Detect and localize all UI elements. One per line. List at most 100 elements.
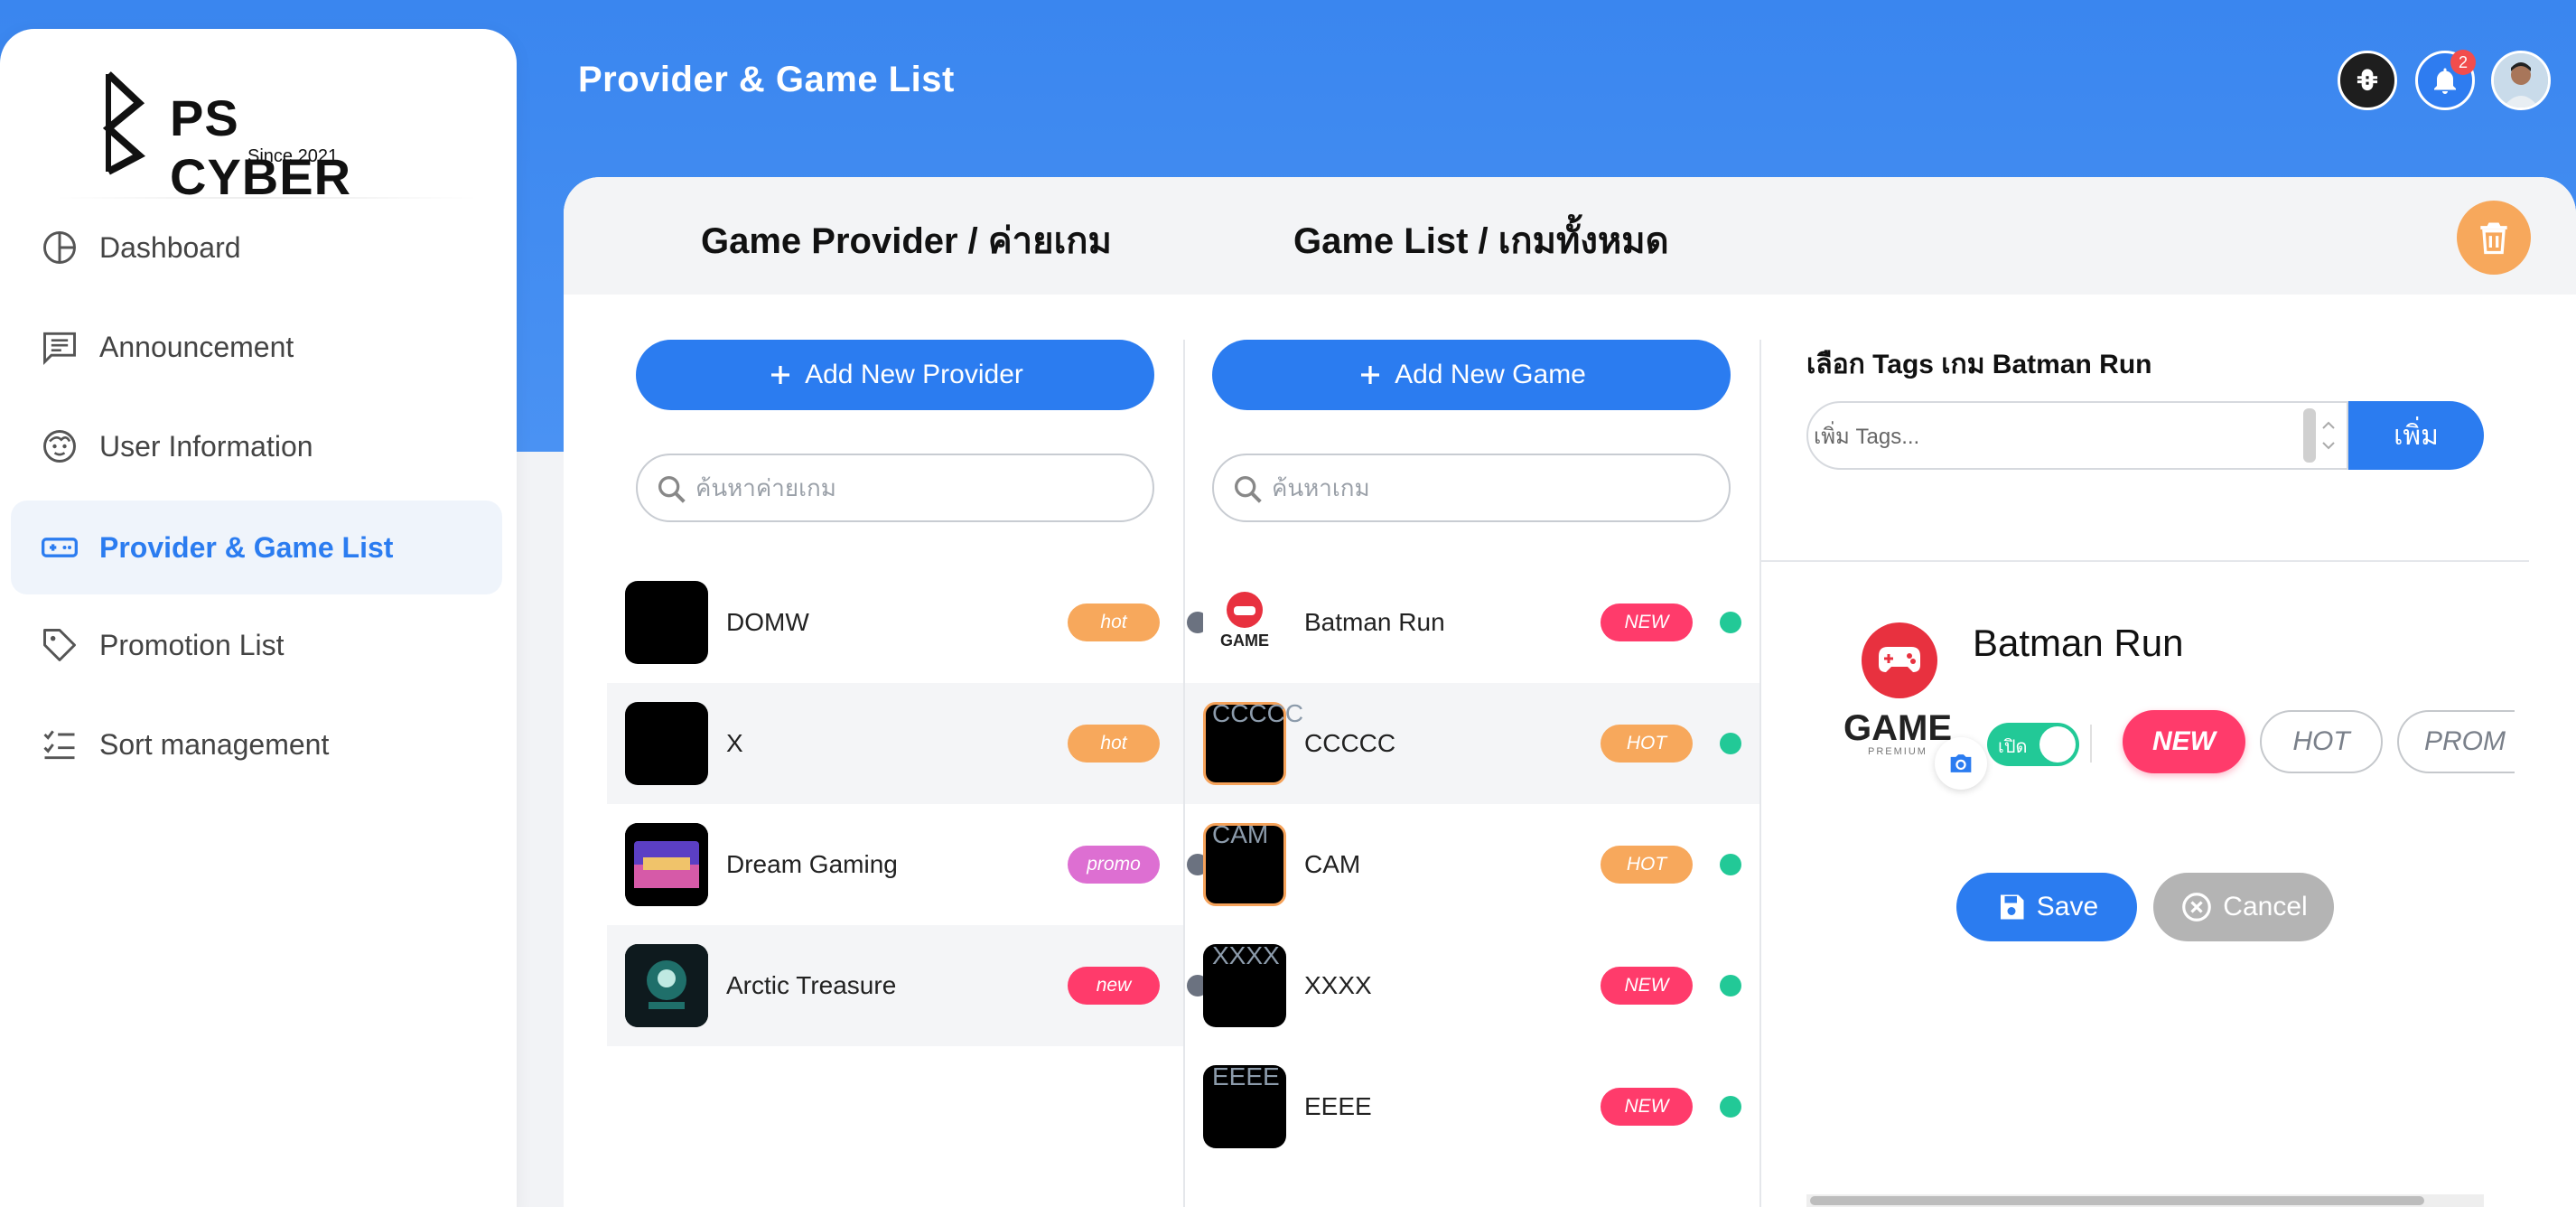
add-provider-label: Add New Provider — [805, 360, 1023, 389]
game-tag: HOT — [1601, 725, 1693, 763]
status-dot — [1720, 612, 1741, 633]
game-tag: NEW — [1601, 604, 1693, 641]
game-logo-text: GAME — [1843, 708, 1952, 748]
game-search-input[interactable]: ค้นหาเกม — [1212, 454, 1731, 522]
upload-image-button[interactable] — [1935, 737, 1987, 790]
sidebar-item-label: Announcement — [99, 330, 294, 363]
tag-pill-promo[interactable]: PROM — [2397, 710, 2515, 773]
game-name: CAM — [1304, 850, 1361, 878]
card-header: Game Provider / ค่ายเกม Game List / เกมท… — [564, 177, 2576, 295]
provider-thumbnail — [625, 823, 708, 906]
delete-button[interactable] — [2457, 201, 2531, 275]
game-logo: GAME PREMIUM — [1839, 620, 1956, 757]
tag-divider — [2090, 725, 2092, 763]
cancel-button[interactable]: Cancel — [2153, 873, 2334, 941]
provider-row[interactable]: DOMW hot — [607, 562, 1209, 683]
status-dot — [1720, 854, 1741, 875]
search-icon — [1235, 476, 1262, 503]
thumbnail-caption: CAM — [1212, 820, 1269, 848]
game-row[interactable]: CAM CAM HOT — [1185, 804, 1759, 925]
pie-chart-icon — [43, 231, 76, 264]
game-tag: NEW — [1601, 1088, 1693, 1126]
user-avatar[interactable] — [2491, 51, 2551, 110]
sidebar-item-promotion-list[interactable]: Promotion List — [11, 598, 502, 692]
sidebar-item-label: User Information — [99, 429, 313, 463]
game-tag: NEW — [1601, 967, 1693, 1005]
add-provider-button[interactable]: Add New Provider — [636, 340, 1154, 410]
column-divider — [1759, 340, 1761, 1207]
plus-icon — [1361, 366, 1380, 384]
game-name: XXXX — [1304, 971, 1372, 999]
provider-name: X — [726, 729, 743, 757]
gamepad-logo-icon — [1862, 622, 1937, 698]
bug-icon — [2357, 69, 2378, 91]
sidebar-item-announcement[interactable]: Announcement — [11, 300, 502, 394]
sidebar-item-provider-game-list[interactable]: Provider & Game List — [11, 501, 502, 594]
provider-row[interactable]: Arctic Treasure new — [607, 925, 1209, 1046]
panel-divider — [1761, 560, 2529, 562]
notification-button[interactable]: 2 — [2415, 50, 2476, 110]
provider-thumbnail — [625, 581, 708, 664]
floppy-disk-icon — [2000, 894, 2024, 920]
game-row[interactable]: CCCCC CCCCC HOT — [1185, 683, 1759, 804]
plus-icon — [771, 366, 790, 384]
gamepad-icon — [42, 538, 78, 557]
horizontal-scrollbar[interactable] — [1806, 1194, 2484, 1207]
provider-search-placeholder: ค้นหาค่ายเกม — [695, 473, 836, 501]
save-button[interactable]: Save — [1956, 873, 2137, 941]
user-face-icon — [2494, 53, 2548, 108]
logo-divider — [54, 197, 479, 199]
sidebar-item-dashboard[interactable]: Dashboard — [11, 201, 502, 295]
close-circle-icon — [2182, 893, 2212, 922]
game-row[interactable]: GAME Batman Run NEW — [1185, 562, 1759, 683]
game-name: EEEE — [1304, 1092, 1372, 1120]
scrollbar-thumb[interactable] — [1810, 1196, 2424, 1205]
game-column-title: Game List / เกมทั้งหมด — [1293, 221, 1669, 261]
dream-gaming-image — [625, 823, 708, 906]
provider-row[interactable]: X hot — [607, 683, 1209, 804]
status-dot — [1720, 1096, 1741, 1118]
stepper-arrows-icon[interactable] — [2303, 408, 2339, 463]
face-icon — [43, 430, 76, 463]
tag-pill-new[interactable]: NEW — [2123, 710, 2245, 773]
logo-subtitle: Since 2021 — [247, 146, 339, 166]
toggle-knob — [2039, 726, 2076, 763]
add-game-button[interactable]: Add New Game — [1212, 340, 1731, 410]
thumbnail-caption: CCCCC — [1212, 699, 1304, 727]
sidebar-item-label: Provider & Game List — [99, 530, 394, 564]
tag-pill-hot[interactable]: HOT — [2260, 710, 2383, 773]
notification-badge: 2 — [2450, 50, 2476, 75]
active-toggle[interactable]: เปิด — [1987, 723, 2079, 766]
provider-tag: hot — [1068, 604, 1160, 641]
sidebar-item-label: Promotion List — [99, 628, 285, 661]
provider-tag: new — [1068, 967, 1160, 1005]
provider-row[interactable]: Dream Gaming promo — [607, 804, 1209, 925]
sidebar-item-label: Dashboard — [99, 230, 241, 264]
thumbnail-caption: XXXX — [1212, 941, 1280, 969]
provider-game-card: Game Provider / ค่ายเกม Game List / เกมท… — [564, 177, 2576, 1207]
page-title: Provider & Game List — [578, 60, 955, 99]
sidebar-item-sort-management[interactable]: Sort management — [11, 697, 502, 791]
status-dot — [1720, 733, 1741, 754]
game-row[interactable]: EEEE EEEE NEW — [1185, 1046, 1759, 1167]
logo-mark-icon — [103, 71, 145, 175]
bug-report-button[interactable] — [2338, 51, 2397, 110]
provider-name: DOMW — [726, 608, 809, 636]
provider-tag: hot — [1068, 725, 1160, 763]
thumbnail-caption: EEEE — [1212, 1062, 1280, 1090]
tag-icon — [43, 629, 76, 661]
game-row[interactable]: XXXX XXXX NEW — [1185, 925, 1759, 1046]
provider-thumbnail — [625, 702, 708, 785]
save-label: Save — [2036, 892, 2099, 922]
sidebar-item-user-information[interactable]: User Information — [11, 399, 502, 493]
game-thumbnail: GAME — [1203, 581, 1286, 664]
sidebar: PS CYBER Since 2021 Dashboard Announceme… — [0, 29, 517, 1207]
provider-search-input[interactable]: ค้นหาค่ายเกม — [636, 454, 1154, 522]
tags-input[interactable]: เพิ่ม Tags... — [1806, 401, 2348, 470]
message-icon — [43, 332, 76, 366]
add-game-label: Add New Game — [1395, 360, 1586, 389]
app-logo[interactable]: PS CYBER Since 2021 — [103, 70, 419, 205]
game-search-placeholder: ค้นหาเกม — [1272, 473, 1370, 501]
add-tag-button[interactable]: เพิ่ม — [2348, 401, 2484, 470]
arctic-treasure-image — [625, 944, 708, 1027]
